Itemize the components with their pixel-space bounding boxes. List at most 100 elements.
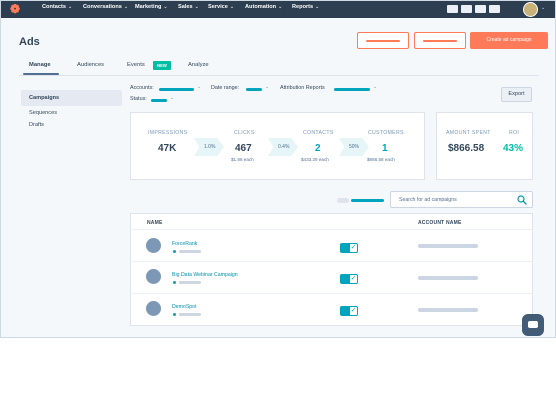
nav-reports[interactable]: Reports ⌄ (292, 4, 319, 10)
impressions-label: IMPRESSIONS (148, 130, 188, 136)
nav-action-icon[interactable] (475, 5, 486, 13)
clicks-value: 467 (235, 143, 252, 154)
tabs-divider (19, 75, 539, 76)
chevron-down-icon[interactable]: ⌄ (541, 5, 545, 11)
chevron-down-icon: ⌄ (163, 4, 168, 10)
contacts-to-customers-rate: 50% (349, 144, 360, 150)
nav-label: Conversations (83, 4, 122, 10)
hubspot-logo-icon[interactable]: ❁ (10, 3, 23, 16)
tab-events[interactable]: Events (127, 62, 145, 68)
campaign-status-placeholder (179, 313, 201, 316)
view-toggle-label[interactable] (351, 199, 384, 202)
nav-sales[interactable]: Sales ⌄ (178, 4, 199, 10)
search-icon[interactable] (517, 195, 527, 205)
nav-contacts[interactable]: Contacts ⌄ (42, 4, 72, 10)
tab-manage[interactable]: Manage (29, 62, 51, 68)
nav-action-icon[interactable] (447, 5, 458, 13)
nav-marketing[interactable]: Marketing ⌄ (135, 4, 168, 10)
checkmark-icon: ✓ (349, 243, 358, 253)
chevron-down-icon: ⌄ (67, 4, 73, 10)
chevron-down-icon: ⌄ (315, 4, 320, 10)
accounts-filter-dropdown[interactable] (159, 88, 194, 91)
nav-label: Automation (245, 4, 277, 10)
accounts-filter-label: Accounts: (130, 85, 154, 91)
campaign-avatar (146, 269, 161, 284)
amount-spent-label: AMOUNT SPENT (446, 130, 491, 136)
campaign-toggle[interactable]: ✓ (340, 243, 358, 253)
header-secondary-button[interactable] (357, 32, 409, 49)
view-toggle[interactable] (337, 198, 349, 203)
attribution-reports-dropdown[interactable] (334, 88, 370, 91)
campaign-toggle[interactable]: ✓ (340, 274, 358, 284)
header-secondary-button[interactable] (414, 32, 466, 49)
campaign-name-link[interactable]: Big Data Webinar Campaign (172, 272, 238, 278)
new-badge: NEW (153, 61, 171, 70)
chevron-down-icon: ⌄ (123, 4, 129, 10)
button-label-placeholder (366, 40, 400, 42)
button-label-placeholder (423, 40, 457, 42)
account-name-placeholder (418, 244, 478, 248)
date-range-filter-label: Date range: (211, 85, 240, 91)
date-range-filter-dropdown[interactable] (246, 88, 262, 91)
campaign-name-link[interactable]: ForceRank (172, 241, 197, 247)
top-navigation: ❁ Contacts ⌄ Conversations ⌄ Marketing ⌄ Sa… (1, 1, 555, 18)
contacts-cost: $433.29 each (301, 157, 329, 162)
campaign-status-placeholder (179, 250, 201, 253)
status-dot-icon (173, 313, 176, 316)
contacts-label: CONTACTS (303, 130, 334, 136)
page-title: Ads (19, 36, 40, 48)
chevron-down-icon[interactable]: ⌄ (373, 84, 377, 90)
toggle-on-indicator (340, 274, 349, 284)
chevron-down-icon: ⌄ (229, 4, 235, 10)
clicks-label: CLICKS (234, 130, 255, 136)
chevron-down-icon[interactable]: ⌄ (265, 84, 269, 90)
tab-audiences[interactable]: Audiences (77, 62, 104, 68)
create-ad-campaign-button[interactable]: Create ad campaign (470, 32, 548, 49)
campaign-toggle[interactable]: ✓ (340, 306, 358, 316)
sidebar-item-drafts[interactable]: Drafts (29, 122, 44, 128)
nav-label: Marketing (135, 4, 162, 10)
column-header-account-name[interactable]: ACCOUNT NAME (418, 220, 462, 226)
nav-action-icon[interactable] (461, 5, 472, 13)
search-placeholder: Search for ad campaigns (399, 197, 457, 203)
export-button[interactable]: Export (501, 87, 532, 102)
clicks-to-contacts-rate: 0.4% (278, 144, 290, 150)
checkmark-icon: ✓ (349, 274, 358, 284)
attribution-reports-label: Attribution Reports (280, 85, 325, 91)
search-input[interactable]: Search for ad campaigns (390, 191, 533, 208)
status-filter-dropdown[interactable] (151, 99, 167, 102)
funnel-stats-card: IMPRESSIONS 47K 1.0% CLICKS 467 $1.86 ea… (130, 112, 425, 180)
chevron-down-icon[interactable]: ⌄ (170, 95, 174, 101)
toggle-on-indicator (340, 306, 349, 316)
spend-roi-card: AMOUNT SPENT $866.58 ROI 43% (436, 112, 533, 180)
chat-icon (528, 321, 538, 328)
chat-widget-button[interactable] (522, 314, 544, 336)
column-header-name[interactable]: NAME (147, 220, 163, 226)
chevron-down-icon[interactable]: ⌄ (197, 84, 201, 90)
nav-conversations[interactable]: Conversations ⌄ (83, 4, 128, 10)
campaign-name-link[interactable]: DemoSpot (172, 304, 197, 310)
campaign-avatar (146, 238, 161, 253)
table-row-divider (130, 261, 533, 262)
amount-spent-value: $866.58 (448, 143, 485, 154)
customers-value[interactable]: 1 (382, 143, 388, 154)
campaign-status-placeholder (179, 281, 201, 284)
account-name-placeholder (418, 308, 478, 312)
nav-label: Contacts (42, 4, 66, 10)
nav-automation[interactable]: Automation ⌄ (245, 4, 282, 10)
nav-label: Reports (292, 4, 314, 10)
impressions-to-clicks-rate: 1.0% (204, 144, 216, 150)
nav-action-icon[interactable] (489, 5, 500, 13)
nav-service[interactable]: Service ⌄ (208, 4, 234, 10)
nav-label: Service (208, 4, 228, 10)
user-avatar[interactable] (523, 2, 538, 17)
impressions-value: 47K (158, 143, 177, 154)
status-filter-label: Status: (130, 96, 147, 102)
tab-analyze[interactable]: Analyze (188, 62, 209, 68)
contacts-value[interactable]: 2 (315, 143, 321, 154)
sidebar-item-campaigns[interactable]: Campaigns (29, 95, 59, 101)
roi-label: ROI (509, 130, 520, 136)
table-header-divider (130, 229, 533, 230)
clicks-cost: $1.86 each (231, 157, 254, 162)
sidebar-item-sequences[interactable]: Sequences (29, 110, 57, 116)
